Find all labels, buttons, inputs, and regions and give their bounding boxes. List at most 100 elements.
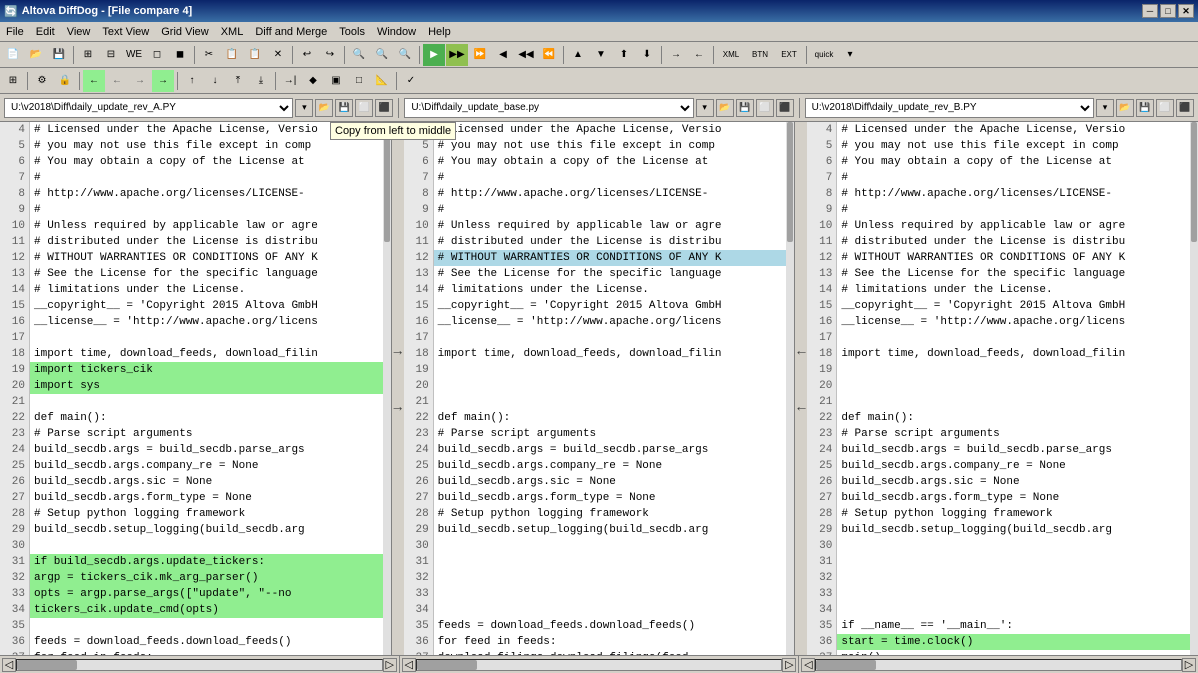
path-left-btn1[interactable]: ⬜ xyxy=(355,99,373,117)
tb2-btn10[interactable]: ⤒ xyxy=(227,70,249,92)
path-left-open[interactable]: 📂 xyxy=(315,99,333,117)
menu-item-xml[interactable]: XML xyxy=(215,22,250,41)
tb-find1[interactable]: 🔍 xyxy=(348,44,370,66)
tb-back[interactable]: ◀ xyxy=(492,44,514,66)
close-button[interactable]: ✕ xyxy=(1178,4,1194,18)
tb2-btn2[interactable]: ⚙ xyxy=(31,70,53,92)
path-right-arrow[interactable]: ▾ xyxy=(1096,99,1114,117)
tb-run2[interactable]: ▶▶ xyxy=(446,44,468,66)
tb2-btn4[interactable]: ← xyxy=(83,70,105,92)
tb-cut[interactable]: ✂ xyxy=(198,44,220,66)
middle-hscroll-thumb[interactable] xyxy=(417,660,477,670)
minimize-button[interactable]: ─ xyxy=(1142,4,1158,18)
tb-redo[interactable]: ↪ xyxy=(319,44,341,66)
path-middle-arrow[interactable]: ▾ xyxy=(696,99,714,117)
path-left-arrow[interactable]: ▾ xyxy=(295,99,313,117)
tb2-btn3[interactable]: 🔒 xyxy=(54,70,76,92)
tb-back3[interactable]: ⏪ xyxy=(538,44,560,66)
tb2-btn1[interactable]: ⊞ xyxy=(2,70,24,92)
tb-btn-btn[interactable]: BTN xyxy=(746,44,774,66)
left-scrollbar[interactable] xyxy=(383,122,391,655)
path-middle-btn2[interactable]: ⬛ xyxy=(776,99,794,117)
path-middle-select[interactable]: U:\Diff\daily_update_base.py xyxy=(404,98,693,118)
tb-btn2[interactable]: ⊟ xyxy=(100,44,122,66)
path-right-save[interactable]: 💾 xyxy=(1136,99,1154,117)
tb2-btn13[interactable]: ◆ xyxy=(302,70,324,92)
menu-item-window[interactable]: Window xyxy=(371,22,422,41)
left-hscroll-thumb[interactable] xyxy=(17,660,77,670)
menu-item-grid-view[interactable]: Grid View xyxy=(155,22,214,41)
tb-btn4[interactable]: ◻ xyxy=(146,44,168,66)
tb-find3[interactable]: 🔍 xyxy=(394,44,416,66)
left-hscroll-left[interactable]: ◁ xyxy=(2,658,16,672)
tb-save[interactable]: 💾 xyxy=(48,44,70,66)
tb-xml[interactable]: XML xyxy=(717,44,745,66)
path-middle-save[interactable]: 💾 xyxy=(736,99,754,117)
right-hscroll-right[interactable]: ▷ xyxy=(1182,658,1196,672)
tb2-btn11[interactable]: ⤓ xyxy=(250,70,272,92)
tb-run3[interactable]: ⏩ xyxy=(469,44,491,66)
path-right-btn1[interactable]: ⬜ xyxy=(1156,99,1174,117)
path-middle-open[interactable]: 📂 xyxy=(716,99,734,117)
tb-btn1[interactable]: ⊞ xyxy=(77,44,99,66)
tb-up[interactable]: ▲ xyxy=(567,44,589,66)
tb-undo[interactable]: ↩ xyxy=(296,44,318,66)
menu-item-edit[interactable]: Edit xyxy=(30,22,61,41)
menu-item-tools[interactable]: Tools xyxy=(333,22,371,41)
tb-btn-ext[interactable]: EXT xyxy=(775,44,803,66)
path-left-btn2[interactable]: ⬛ xyxy=(375,99,393,117)
middle-scroll-thumb[interactable] xyxy=(787,122,793,242)
tb-merge2[interactable]: ← xyxy=(688,44,710,66)
tb-down2[interactable]: ⬇ xyxy=(636,44,658,66)
tb2-btn8[interactable]: ↑ xyxy=(181,70,203,92)
menu-item-file[interactable]: File xyxy=(0,22,30,41)
right-scrollbar[interactable] xyxy=(1190,122,1198,655)
left-hscroll-right[interactable]: ▷ xyxy=(383,658,397,672)
tb-open[interactable]: 📂 xyxy=(25,44,47,66)
path-right-open[interactable]: 📂 xyxy=(1116,99,1134,117)
tb-run[interactable]: ▶ xyxy=(423,44,445,66)
left-hscroll[interactable]: ◁ ▷ xyxy=(0,656,400,673)
tb-back2[interactable]: ◀◀ xyxy=(515,44,537,66)
tb2-btn9[interactable]: ↓ xyxy=(204,70,226,92)
tb-new[interactable]: 📄 xyxy=(2,44,24,66)
right-scroll-thumb[interactable] xyxy=(1191,122,1197,242)
middle-hscroll-track[interactable] xyxy=(416,659,783,671)
path-left-select[interactable]: U:\v2018\Diff\daily_update_rev_A.PY xyxy=(4,98,293,118)
maximize-button[interactable]: □ xyxy=(1160,4,1176,18)
tb-copy[interactable]: 📋 xyxy=(221,44,243,66)
left-scroll-thumb[interactable] xyxy=(384,122,390,242)
left-hscroll-track[interactable] xyxy=(16,659,383,671)
tb2-btn14[interactable]: ▣ xyxy=(325,70,347,92)
tb-arrow[interactable]: ▾ xyxy=(839,44,861,66)
path-left-save[interactable]: 💾 xyxy=(335,99,353,117)
path-right-btn2[interactable]: ⬛ xyxy=(1176,99,1194,117)
menu-item-text-view[interactable]: Text View xyxy=(96,22,155,41)
right-hscroll-thumb[interactable] xyxy=(816,660,876,670)
tb2-btn16[interactable]: 📐 xyxy=(371,70,393,92)
menu-item-help[interactable]: Help xyxy=(422,22,457,41)
tb-btn3[interactable]: WE xyxy=(123,44,145,66)
tb-delete[interactable]: ✕ xyxy=(267,44,289,66)
middle-hscroll[interactable]: ◁ ▷ xyxy=(400,656,800,673)
tb-quick[interactable]: quick xyxy=(810,44,838,66)
right-hscroll-left[interactable]: ◁ xyxy=(801,658,815,672)
right-hscroll-track[interactable] xyxy=(815,659,1182,671)
tb-paste[interactable]: 📋 xyxy=(244,44,266,66)
tb2-btn6[interactable]: → xyxy=(129,70,151,92)
tb2-btn7[interactable]: → xyxy=(152,70,174,92)
menu-item-view[interactable]: View xyxy=(61,22,97,41)
tb-btn5[interactable]: ◼ xyxy=(169,44,191,66)
tb2-btn5[interactable]: ← xyxy=(106,70,128,92)
middle-content[interactable]: 4567891011121314151617181920212223242526… xyxy=(404,122,795,655)
menu-item-diff-and merge[interactable]: Diff and Merge xyxy=(249,22,333,41)
middle-hscroll-left[interactable]: ◁ xyxy=(402,658,416,672)
tb2-btn15[interactable]: □ xyxy=(348,70,370,92)
tb2-btn12[interactable]: →| xyxy=(279,70,301,92)
right-content[interactable]: 4567891011121314151617181920212223242526… xyxy=(807,122,1198,655)
right-hscroll[interactable]: ◁ ▷ xyxy=(799,656,1198,673)
tb-down[interactable]: ▼ xyxy=(590,44,612,66)
left-content[interactable]: 4567891011121314151617181920212223242526… xyxy=(0,122,391,655)
tb-find2[interactable]: 🔍 xyxy=(371,44,393,66)
tb-merge1[interactable]: → xyxy=(665,44,687,66)
